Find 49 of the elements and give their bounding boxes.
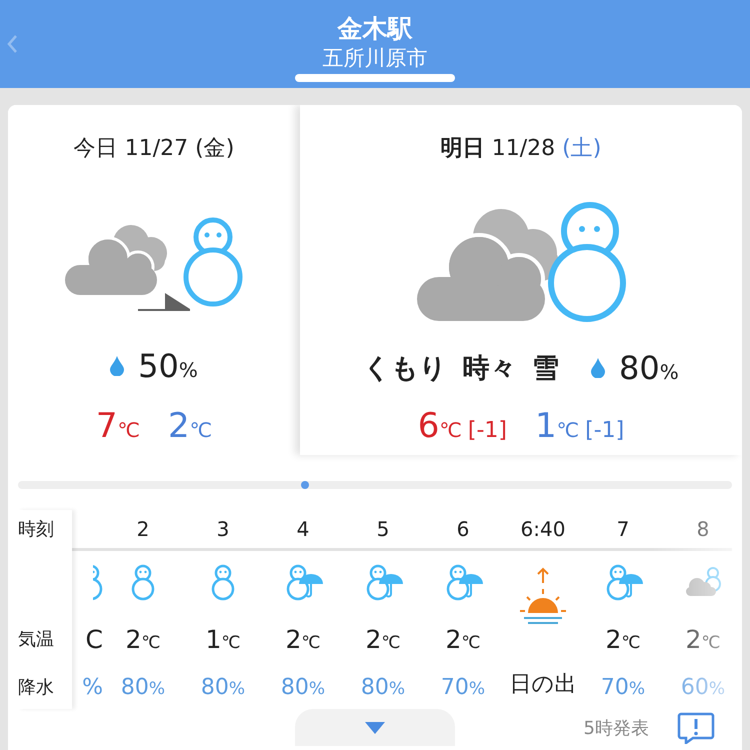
hour-temp: 2℃ [126,624,160,654]
hour-temp: 2℃ [446,624,480,654]
high-temp: 6℃ [-1] [418,406,507,446]
station-name: 金木駅 [338,14,412,44]
hour-temp: 2℃ [606,624,640,654]
raindrop-icon [591,358,606,378]
hour-precip: % [82,674,103,700]
low-temp: 1℃ [-1] [535,406,624,446]
hour-temp: 2℃ [366,624,400,654]
hour-precip: 80% [360,674,406,700]
day-panel[interactable]: 明日 11/28 (土) くもり 時々 雪 80% 6℃ [-1] 1℃ [-1] [300,105,742,455]
hour-label: 7 [616,517,630,541]
hour-label: 6:40 [520,517,566,541]
sunrise-label: 日の出 [510,671,576,699]
hour-label: 5 [376,517,390,541]
scroll-thumb[interactable] [301,481,309,489]
hour-label: 4 [296,517,310,541]
issued-time: 5時発表 [584,716,649,740]
condition-text: くもり 時々 雪 [363,352,560,386]
back-icon[interactable] [6,34,18,54]
city-name: 五所川原市 [322,45,428,72]
high-temp: 7℃ [96,406,140,446]
hour-temp: 2℃ [286,624,320,654]
hour-precip: 80% [280,674,326,700]
day-title: 明日 11/28 (土) [440,135,602,163]
low-temp: 2℃ [168,406,212,446]
hour-label: 3 [216,517,230,541]
row-label: 降水 [18,676,54,699]
row-label: 時刻 [18,518,54,541]
day-title: 今日 11/27 (金) [74,135,234,163]
hour-precip: 70% [440,674,486,700]
snowman-icon [93,562,103,602]
hour-label: 8 [696,517,710,541]
raindrop-icon [110,356,124,376]
report-icon[interactable] [677,712,715,744]
hour-precip: 80% [200,674,246,700]
hour-label: 6 [456,517,470,541]
caret-icon [365,722,385,734]
precip-chance: 80% [619,349,679,387]
precip-chance: 50% [138,347,198,385]
hour-temp: C [86,624,103,654]
hour-precip: 70% [600,674,646,700]
expand-button[interactable] [295,709,455,746]
hour-temp: 1℃ [206,624,240,654]
hour-temp: 2℃ [686,624,720,654]
hour-precip: 80% [120,674,166,700]
hour-precip: 60% [680,674,726,700]
row-label: 気温 [18,628,54,651]
hour-label: 2 [136,517,150,541]
